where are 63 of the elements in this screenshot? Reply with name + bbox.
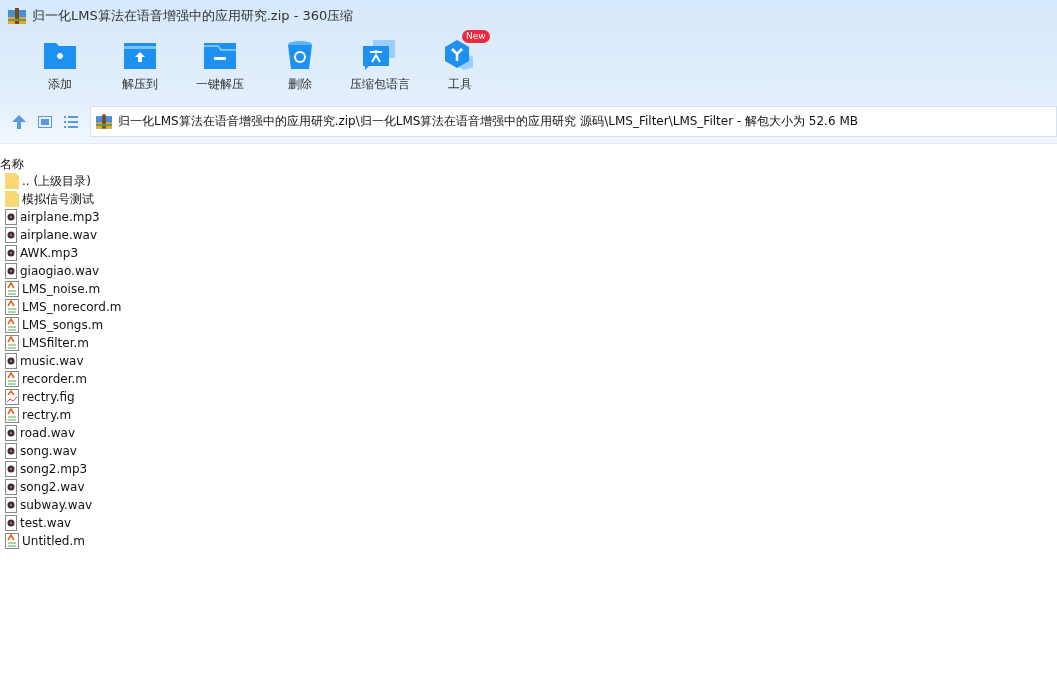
toolbar-button[interactable]: 删除 xyxy=(260,32,340,100)
thumbnail-view-icon[interactable] xyxy=(38,115,52,128)
archive-icon xyxy=(96,114,112,129)
audio-file-icon xyxy=(5,353,17,369)
folder-icon xyxy=(5,173,19,189)
hexagon-y-icon xyxy=(444,40,476,70)
file-name[interactable]: airplane.mp3 xyxy=(20,210,100,224)
file-name[interactable]: AWK.mp3 xyxy=(20,246,79,260)
script-file-icon xyxy=(5,317,19,333)
script-file-icon xyxy=(5,533,19,549)
file-name[interactable]: Untitled.m xyxy=(22,534,85,548)
archive-path: 归一化LMS算法在语音增强中的应用研究.zip\归一化LMS算法在语音增强中的应用研究 源码\LMS_Filter\LMS_Filter - 解包大小为 52.6 MB xyxy=(118,113,858,130)
script-file-icon xyxy=(5,281,19,297)
file-name[interactable]: subway.wav xyxy=(20,498,93,512)
toolbar-button[interactable]: New 工具 xyxy=(420,32,500,100)
audio-file-icon xyxy=(5,497,17,513)
audio-file-icon xyxy=(5,245,17,261)
recycle-bin-icon xyxy=(287,40,313,70)
script-file-icon xyxy=(5,299,19,315)
toolbar-button[interactable]: 一键解压 xyxy=(180,32,260,100)
file-name[interactable]: LMS_songs.m xyxy=(22,318,104,332)
audio-file-icon xyxy=(5,443,17,459)
audio-file-icon xyxy=(5,263,17,279)
toolbar-button[interactable]: 压缩包语言 xyxy=(340,32,420,100)
new-badge: New xyxy=(462,30,490,43)
file-name[interactable]: music.wav xyxy=(20,354,84,368)
file-name[interactable]: song2.mp3 xyxy=(20,462,88,476)
figure-file-icon xyxy=(5,389,19,405)
toolbar-button[interactable]: 解压到 xyxy=(100,32,180,100)
file-name[interactable]: airplane.wav xyxy=(20,228,97,242)
file-name[interactable]: rectry.m xyxy=(22,408,72,422)
audio-file-icon xyxy=(5,209,17,225)
file-name[interactable]: rectry.fig xyxy=(22,390,75,404)
file-name[interactable]: song.wav xyxy=(20,444,77,458)
column-header[interactable]: 名称 xyxy=(0,157,24,171)
audio-file-icon xyxy=(5,425,17,441)
file-name[interactable]: LMS_noise.m xyxy=(22,282,101,296)
file-name[interactable]: song2.wav xyxy=(20,480,85,494)
file-name[interactable]: recorder.m xyxy=(22,372,88,386)
audio-file-icon xyxy=(5,479,17,495)
audio-file-icon xyxy=(5,461,17,477)
folder-arrow-up-icon xyxy=(124,41,156,69)
window-title: 归一化LMS算法在语音增强中的应用研究.zip - 360压缩 xyxy=(32,7,354,25)
script-file-icon xyxy=(5,371,19,387)
file-name[interactable]: 模拟信号测试 xyxy=(22,190,94,208)
file-name[interactable]: giaogiao.wav xyxy=(20,264,100,278)
file-name[interactable]: road.wav xyxy=(20,426,76,440)
audio-file-icon xyxy=(5,515,17,531)
file-name[interactable]: LMSfilter.m xyxy=(22,336,89,350)
translate-icon xyxy=(363,40,397,70)
script-file-icon xyxy=(5,335,19,351)
archive-icon xyxy=(8,8,26,24)
folder-minus-icon xyxy=(204,41,236,69)
file-name[interactable]: LMS_norecord.m xyxy=(22,300,122,314)
up-arrow-icon[interactable] xyxy=(12,114,26,129)
script-file-icon xyxy=(5,407,19,423)
file-name[interactable]: .. (上级目录) xyxy=(22,172,91,190)
address-bar[interactable]: 归一化LMS算法在语音增强中的应用研究.zip\归一化LMS算法在语音增强中的应用研究 源码\LMS_Filter\LMS_Filter - 解包大小为 52.6 MB xyxy=(90,106,1057,137)
file-name[interactable]: test.wav xyxy=(20,516,72,530)
audio-file-icon xyxy=(5,227,17,243)
folder-icon xyxy=(5,191,19,207)
toolbar-button[interactable]: 添加 xyxy=(20,32,100,100)
list-view-icon[interactable] xyxy=(64,115,78,128)
